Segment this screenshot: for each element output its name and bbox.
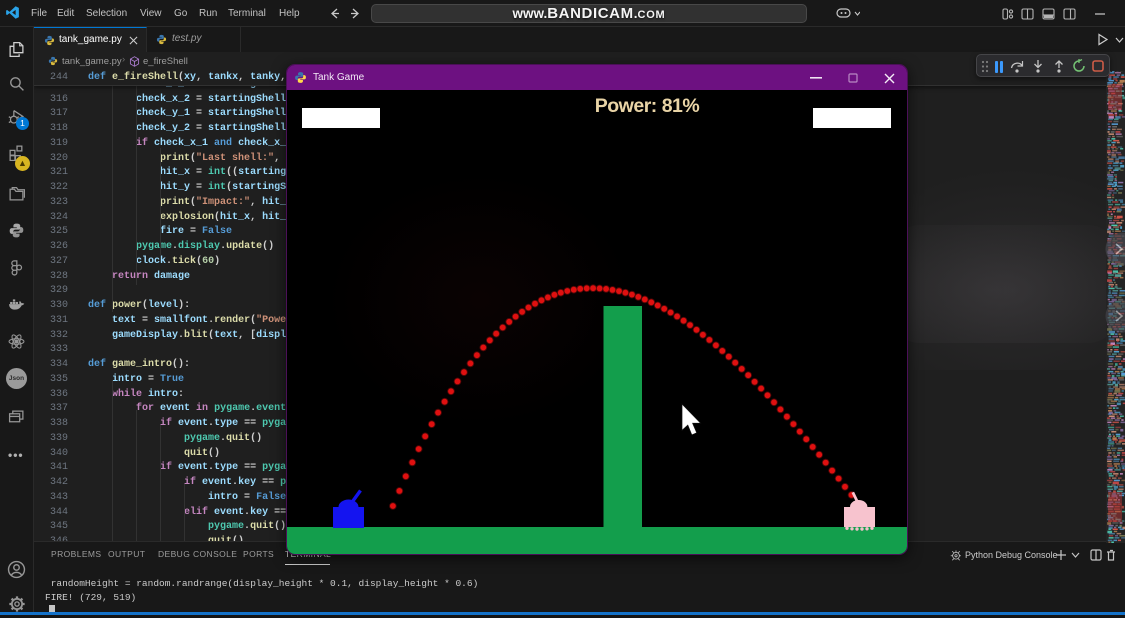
- svg-text:Power: 81%: Power: 81%: [595, 95, 700, 117]
